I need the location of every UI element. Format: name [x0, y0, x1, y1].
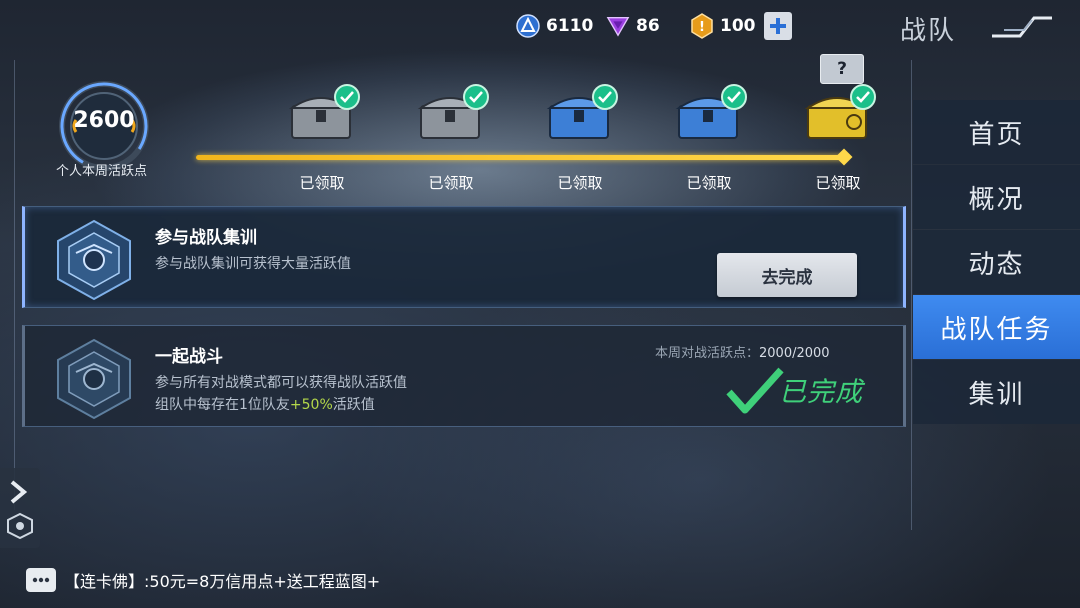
svg-text:!: !: [699, 20, 705, 35]
claimed-check-icon: [463, 84, 489, 110]
side-navigation: 首页 概况 动态 战队任务 集训: [913, 100, 1080, 425]
chest-status-label: 已领取: [815, 174, 861, 192]
currency-gold: ! 100: [690, 12, 756, 40]
completed-stamp: 已完成: [725, 366, 885, 416]
completed-check-icon: [726, 367, 784, 414]
reward-chest-4[interactable]: [675, 84, 747, 146]
crystal-coin-icon: [516, 14, 540, 38]
team-emblem-icon: [57, 338, 131, 420]
nav-item-news[interactable]: 动态: [913, 230, 1080, 294]
gold-badge-value: 100: [720, 16, 756, 36]
go-complete-button[interactable]: 去完成: [717, 253, 857, 297]
task-bonus-description: 组队中每存在1位队友+50%活跃值: [155, 394, 375, 414]
progress-label: 本周对战活跃点：: [655, 346, 760, 361]
nav-item-overview[interactable]: 概况: [913, 165, 1080, 229]
progress-value: 2000/2000: [759, 346, 830, 361]
bonus-value: +50%: [289, 397, 333, 413]
add-currency-button[interactable]: [764, 12, 792, 40]
reward-chest-2[interactable]: [417, 84, 489, 146]
activity-gauge: 2600: [44, 80, 164, 171]
chat-message: 【连卡佛】:50元=8万信用点+送工程蓝图+: [64, 572, 381, 591]
task-card-training: 参与战队集训 参与战队集训可获得大量活跃值 去完成: [22, 206, 906, 308]
back-arrow-icon[interactable]: [990, 14, 1054, 44]
gold-badge-icon: !: [690, 13, 714, 39]
task-title: 一起战斗: [155, 347, 223, 367]
task-description: 参与战队集训可获得大量活跃值: [155, 256, 351, 272]
currency-gem: 86: [606, 12, 660, 40]
reward-chest-5[interactable]: [804, 84, 876, 146]
claimed-check-icon: [592, 84, 618, 110]
chat-bar[interactable]: 【连卡佛】:50元=8万信用点+送工程蓝图+: [18, 562, 438, 598]
nav-item-team-tasks[interactable]: 战队任务: [913, 295, 1080, 359]
mystery-reward-button[interactable]: ?: [820, 54, 864, 84]
weekly-battle-progress: 本周对战活跃点：2000/2000: [655, 342, 830, 361]
task-description: 参与所有对战模式都可以获得战队活跃值: [155, 375, 407, 391]
task-card-battle: 一起战斗 参与所有对战模式都可以获得战队活跃值 组队中每存在1位队友+50%活跃…: [22, 325, 906, 427]
activity-points: 2600: [73, 108, 135, 133]
side-drawer-tab[interactable]: [0, 468, 40, 548]
nav-item-home[interactable]: 首页: [913, 100, 1080, 164]
activity-progress-bar: [196, 155, 846, 160]
purple-gem-value: 86: [636, 16, 660, 36]
crystal-coin-value: 6110: [546, 16, 594, 36]
expand-arrow-icon: [10, 480, 28, 504]
page-title: 战队: [900, 16, 957, 46]
currency-crystal: 6110: [516, 12, 593, 40]
reward-chest-1[interactable]: [288, 84, 360, 146]
top-bar: 6110 86 ! 100 战队: [0, 8, 1080, 46]
activity-label: 个人本周活跃点: [56, 164, 148, 179]
nav-divider: [911, 60, 912, 530]
claimed-check-icon: [721, 84, 747, 110]
chest-status-label: 已领取: [557, 174, 603, 192]
plus-icon: [770, 18, 786, 34]
team-badge-icon: [7, 512, 33, 540]
left-frame-line: [14, 60, 15, 510]
claimed-check-icon: [334, 84, 360, 110]
activity-progress-fill: [196, 155, 846, 160]
team-emblem-icon: [57, 219, 131, 301]
completed-label: 已完成: [779, 377, 863, 408]
claimed-check-icon: [850, 84, 876, 110]
nav-item-training[interactable]: 集训: [913, 360, 1080, 424]
chat-bubble-icon[interactable]: [26, 568, 56, 592]
chest-status-label: 已领取: [686, 174, 732, 192]
chest-status-label: 已领取: [428, 174, 474, 192]
chest-status-label: 已领取: [299, 174, 345, 192]
purple-gem-icon: [606, 14, 630, 38]
bonus-prefix: 组队中每存在1位队友: [155, 397, 290, 413]
progress-end-cap: [835, 148, 853, 166]
bonus-suffix: 活跃值: [332, 397, 375, 413]
reward-chest-3[interactable]: [546, 84, 618, 146]
task-title: 参与战队集训: [155, 228, 257, 248]
